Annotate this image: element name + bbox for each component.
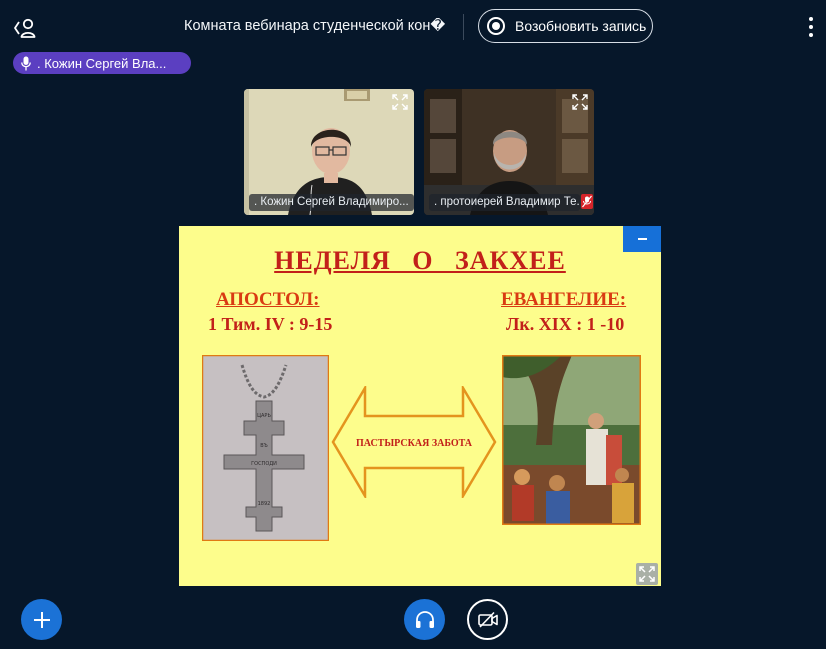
video-tile[interactable]: . протоиерей Владимир Те... xyxy=(424,89,594,215)
pectoral-cross-image: ЦАРЬ ВЪ ГОСПОДИ 1892 xyxy=(202,355,329,541)
microphone-icon xyxy=(21,56,31,70)
expand-icon[interactable] xyxy=(572,94,588,110)
gospel-reference: Лк. XIX : 1 -10 xyxy=(506,314,625,334)
talking-indicator[interactable]: . Кожин Сергей Вла... xyxy=(13,52,191,74)
cross-inscription-line: ЦАРЬ xyxy=(257,413,271,419)
gospel-heading: ЕВАНГЕЛИЕ: xyxy=(501,289,627,310)
cross-inscription-line: 1892 xyxy=(258,501,271,507)
cross-inscription-line: ВЪ xyxy=(260,443,268,449)
record-icon xyxy=(487,17,505,35)
arrow-caption: ПАСТЫРСКАЯ ЗАБОТА xyxy=(356,438,473,449)
muted-microphone-icon xyxy=(581,194,593,209)
talking-user-name: . Кожин Сергей Вла... xyxy=(37,55,167,71)
actions-button[interactable] xyxy=(21,599,62,640)
user-list-toggle-button[interactable] xyxy=(12,16,38,40)
plus-icon xyxy=(33,611,50,628)
resume-recording-button[interactable]: Возобновить запись xyxy=(478,9,653,43)
slide-title: НЕДЕЛЯ О ЗАКХЕЕ xyxy=(274,246,566,275)
expand-icon[interactable] xyxy=(392,94,408,110)
fullscreen-button[interactable] xyxy=(636,563,658,585)
video-off-icon xyxy=(477,611,498,628)
record-button-label: Возобновить запись xyxy=(515,18,647,34)
apostle-heading: АПОСТОЛ: xyxy=(216,289,320,310)
meeting-title: Комната вебинара студенческой кон� xyxy=(184,18,446,34)
presentation-slide: НЕДЕЛЯ О ЗАКХЕЕ АПОСТОЛ: 1 Тим. IV : 9-1… xyxy=(179,226,661,586)
participant-name: . Кожин Сергей Владимиро... xyxy=(249,194,414,211)
minimize-presentation-button[interactable] xyxy=(623,226,661,252)
leave-audio-button[interactable] xyxy=(404,599,445,640)
share-webcam-button[interactable] xyxy=(467,599,508,640)
zacchaeus-illustration-image xyxy=(502,355,641,525)
options-menu-button[interactable] xyxy=(806,17,816,37)
headphones-icon xyxy=(415,610,434,628)
users-chevron-icon xyxy=(14,18,36,38)
more-vertical-icon xyxy=(809,17,813,21)
minimize-icon xyxy=(638,238,647,240)
title-divider xyxy=(463,14,464,40)
video-tile[interactable]: . Кожин Сергей Владимиро... xyxy=(244,89,414,215)
fullscreen-icon xyxy=(639,566,655,582)
double-arrow-shape: ПАСТЫРСКАЯ ЗАБОТА xyxy=(331,386,497,498)
cross-inscription-line: ГОСПОДИ xyxy=(251,461,277,467)
participant-name: . протоиерей Владимир Те... xyxy=(429,194,580,211)
apostle-reference: 1 Тим. IV : 9-15 xyxy=(208,314,333,334)
